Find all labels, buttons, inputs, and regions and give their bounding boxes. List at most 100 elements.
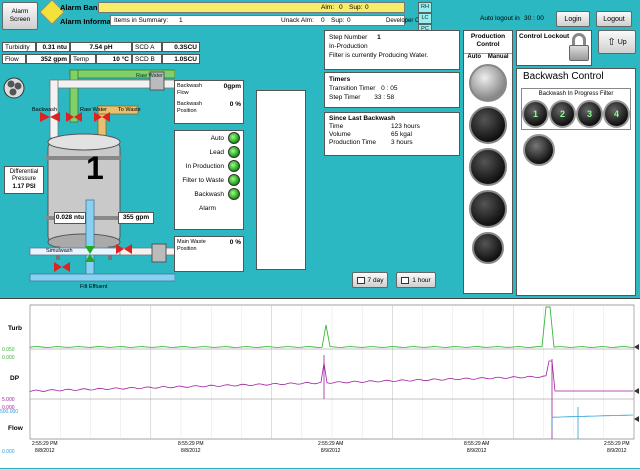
scd-b-label: SCD B [132,54,162,64]
backwash-control-title: Backwash Control [523,71,604,82]
sb-production-value: 3 hours [391,139,413,146]
trend-1-hour-label: 1 hour [412,276,431,284]
backwash-filter-3-button[interactable]: 3 [576,100,603,128]
auto-logout-label: Auto logout in [480,15,520,22]
items-in-summary-value: 1 [179,17,183,24]
sb-time-label: Time [329,123,344,130]
logout-button[interactable]: Logout [596,11,632,27]
status-backwash-light-icon [228,188,240,200]
up-arrow-icon: ⇧ [607,36,616,48]
blower-icon [3,77,25,99]
trend-1-hour-button[interactable]: 1 hour [396,272,436,288]
trend-label-dp: DP [10,375,20,382]
up-label: Up [617,38,627,46]
flow-meter-icon [151,243,167,263]
backwash-start-button[interactable] [523,134,555,166]
backwash-position-value: 0 % [229,101,241,108]
status-filter-to-waste-label: Filter to Waste [182,176,224,184]
alarm-screen-button[interactable]: Alarm Screen [2,2,38,30]
trend-time-2: 2:55:29 AM [318,441,344,447]
raw-water-drop-pipe [69,69,79,123]
filt-effluent-pipe [29,273,175,282]
trend-label-turb: Turb [8,325,22,332]
login-button[interactable]: Login [556,11,590,27]
timers-panel: Timers Transition Timer 0 : 05 Step Time… [324,72,460,108]
unack-sup-value: 0 [347,17,351,24]
backwash-filter-1-button[interactable]: 1 [522,100,549,128]
status-in-production: In Production [175,159,243,173]
backwash-flow-panel: Backwash Flow 0gpm Backwash Position 0 % [174,80,244,124]
production-button-4[interactable] [472,232,504,264]
to-waste-label: To Waste [118,107,141,113]
auto-mode-tab[interactable]: Auto [467,54,481,60]
alm-label: Alm: [321,4,334,11]
turbidity-label: Turbidity [2,42,36,52]
trend-cursor-handle-1 [634,388,639,394]
production-button-1[interactable] [469,106,507,144]
transition-timer-label: Transition Timer [329,85,376,92]
sup-value: 0 [365,4,369,11]
sup-label: Sup: [349,4,363,11]
trend-scale-flow-min: 0.000 [2,449,15,455]
transition-timer-value: 0 : 05 [381,85,398,92]
flow-value: 352 gpm [26,54,70,64]
up-button[interactable]: ⇧ Up [598,30,636,54]
manual-mode-tab[interactable]: Manual [488,54,509,60]
main-waste-panel: Main Waste Position 0 % [174,236,244,272]
raw-water-label: Raw Water [136,73,163,79]
status-lead-light-icon [228,146,240,158]
filter-number: 1 [86,150,104,186]
trend-time-label-0: 2:55:29 PM 8/8/2012 [32,441,58,455]
status-auto: Auto [175,131,243,145]
production-button-2[interactable] [469,148,507,186]
trend-date-1: 8/8/2012 [181,448,201,454]
differential-pressure-panel: Differential Pressure 1.17 PSI [4,166,44,194]
ph-value: 7.54 pH [70,42,132,52]
raw-water-valve-label: Raw Water [80,107,107,113]
scd-a-value: 0.3SCU [162,42,200,52]
trend-label-flow: Flow [8,425,23,432]
trend-7-day-button[interactable]: 7 day [352,272,388,288]
control-lockout-panel: Control Lockout [516,30,592,66]
trend-time-label-4: 2:55:29 PM 8/9/2012 [604,441,630,455]
backwash-in-progress-label: Backwash In Progress Filter [538,91,614,97]
flow-label: Flow [2,54,26,64]
production-selector-icon[interactable] [469,64,507,102]
production-button-3[interactable] [469,190,507,228]
temp-label: Temp [70,54,96,64]
backwash-position-label: Backwash Position [177,101,203,114]
process-readouts: Turbidity 0.31 ntu 7.54 pH SCD A 0.3SCU … [2,42,210,64]
effluent-flow-readout: 355 gpm [118,212,154,224]
sb-volume-value: 65 kgal [391,131,412,138]
padlock-icon[interactable] [569,33,589,63]
step-timer-value: 33 : 58 [374,94,395,101]
backwash-flow-value: 0gpm [223,83,241,90]
status-letter-lc: LC [418,13,432,24]
timers-title: Timers [329,76,351,83]
status-alarm: Alarm [175,201,243,215]
trend-time-0: 2:55:29 PM [32,441,58,447]
trend-scale-flow-max: 500.000 [0,409,19,415]
backwash-filter-2-button[interactable]: 2 [549,100,576,128]
step-number-value: 1 [377,34,381,41]
items-in-summary-label: Items in Summary: [114,17,169,24]
trend-time-1: 8:55:29 PM [178,441,204,447]
trend-7-day-label: 7 day [367,276,384,284]
status-lead-label: Lead [209,148,224,156]
sb-volume-label: Volume [329,131,351,138]
effluent-pipe [85,199,95,281]
diff-pressure-value: 1.17 PSI [12,184,36,190]
trend-time-4: 2:55:29 PM [604,441,630,447]
trend-time-label-1: 8:55:29 PM 8/8/2012 [178,441,204,455]
unack-alm-label: Unack Alm: [281,17,314,24]
alarm-information-bar: Items in Summary: 1 Unack Alm: 0 Sup: 0 [110,15,405,26]
clock-icon [401,276,410,284]
trend-cursor-handle-2 [634,416,639,422]
main-waste-label: Main Waste Position [177,239,206,252]
since-backwash-panel: Since Last Backwash Time 123 hours Volume… [324,112,460,156]
main-waste-value: 0 % [229,239,241,246]
scd-b-value: 1.0SCU [162,54,200,64]
backwash-filter-4-button[interactable]: 4 [603,100,630,128]
alarm-banner-bar[interactable]: Alm: 0 Sup: 0 [98,2,405,13]
trend-scale-dp-max: 5.000 [2,397,15,403]
